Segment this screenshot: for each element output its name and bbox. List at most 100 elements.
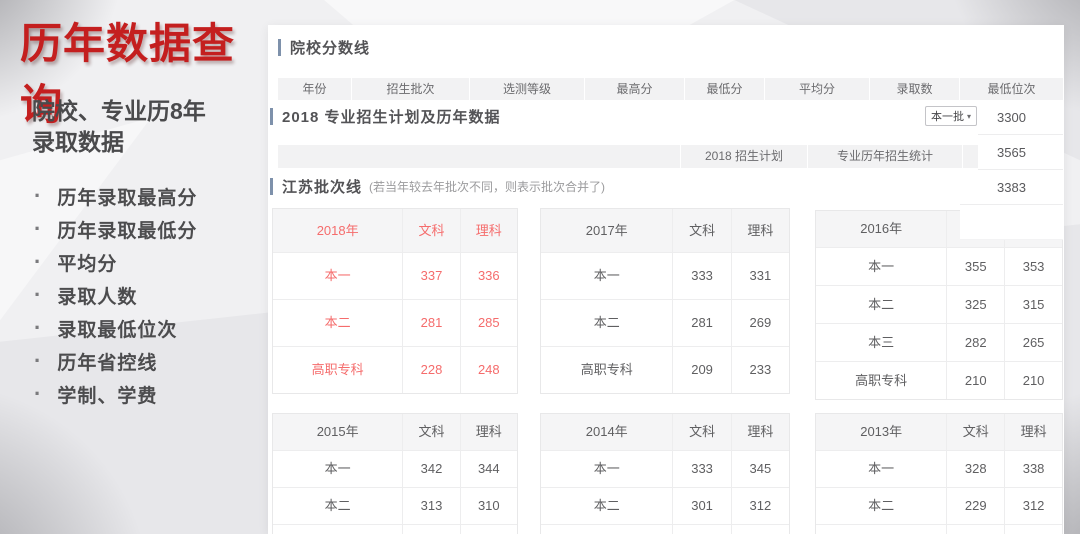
bullet-dot-icon: · (34, 249, 42, 274)
year-table-row: 本二 281 269 (541, 299, 789, 346)
section-accent-bar (278, 39, 281, 56)
wenke-score: 337 (402, 253, 459, 299)
section-accent-bar (270, 178, 273, 195)
year-table-2014年: 2014年 文科 理科本一 333 345 本二 301 312 (540, 413, 790, 534)
batch-label: 本二 (324, 498, 351, 513)
group-header-spacer (962, 145, 978, 168)
sidebar-bullet-item: · 历年录取最低分 (34, 218, 197, 242)
year-table-row: 本二 229 312 (816, 487, 1062, 524)
sidebar-bullet-item: · 录取最低位次 (34, 317, 197, 341)
like-score: 310 (459, 488, 517, 524)
year-table-row: 本二 281 285 (273, 299, 517, 346)
year-table-row: 本二 301 312 (541, 487, 789, 524)
batch-label: 高职专科 (855, 373, 908, 388)
like-score: 248 (459, 347, 517, 393)
like-score: 353 (1004, 248, 1062, 285)
subject-column-header: 文科 (672, 414, 730, 450)
subject-column-header: 理科 (730, 414, 789, 450)
batch-label: 本二 (593, 498, 620, 513)
plan-2018-card: 2018 专业招生计划及历年数据 本一批 ▾ 2018 招生计划 专业历年招生统… (268, 100, 978, 170)
year-label: 2018年 (316, 223, 359, 238)
like-score: 345 (730, 451, 789, 487)
like-score: 265 (1004, 324, 1062, 361)
like-score: 331 (730, 253, 789, 299)
bullet-dot-icon: · (34, 381, 42, 406)
batch-label: 本一 (324, 461, 351, 476)
year-table-row: 本一 342 344 (273, 450, 517, 487)
scoreline-column-header: 招生批次 (352, 78, 470, 100)
like-score: 285 (459, 300, 517, 346)
scoreline-column-header: 最高分 (585, 78, 685, 100)
year-table-row: 本一 333 331 (541, 252, 789, 299)
year-label: 2014年 (585, 424, 628, 439)
sidebar: 历年数据查询 院校、专业历8年 录取数据 · 历年录取最高分 · 历年录取最低分 · 平均… (0, 0, 268, 534)
year-table-row: 高职专科 209 233 (541, 346, 789, 393)
batch-label: 本一 (593, 268, 620, 283)
sidebar-bullet-list: · 历年录取最高分 · 历年录取最低分 · 平均分 · 录取人数 · 录取最低位次 · 历年省控线 · 学… (34, 183, 198, 417)
like-score: 338 (1004, 451, 1062, 487)
sidebar-subtitle-line2: 录取数据 (32, 129, 124, 155)
plan-section-header: 2018 专业招生计划及历年数据 (270, 106, 501, 127)
sidebar-subtitle-line1: 院校、专业历8年 (32, 98, 206, 124)
scoreline-column-header: 最低位次 (987, 82, 1036, 96)
year-table-row: 高职专科 228 248 (273, 346, 517, 393)
sidebar-bullet-item: · 平均分 (34, 249, 197, 275)
year-table-row: 本一 355 353 (816, 247, 1062, 285)
sidebar-bullet-item: · 历年省控线 (34, 350, 197, 374)
sidebar-bullet-label: 学制、学费 (57, 385, 158, 407)
wenke-score: 209 (672, 347, 730, 393)
like-score (730, 525, 789, 534)
year-table-row: 本二 313 310 (273, 487, 517, 524)
wenke-score: 328 (946, 451, 1004, 487)
wenke-score: 301 (672, 488, 730, 524)
batch-label (541, 525, 672, 534)
batch-label: 本二 (593, 315, 620, 330)
year-table-row: 高职专科 210 210 (816, 361, 1062, 399)
rank-cell: 3383 (960, 170, 1063, 205)
like-score (459, 525, 517, 534)
year-label: 2013年 (860, 424, 903, 439)
bullet-dot-icon: · (34, 183, 42, 208)
wenke-score: 325 (946, 286, 1004, 323)
chevron-down-icon: ▾ (966, 111, 971, 121)
year-label: 2017年 (585, 223, 628, 238)
wenke-score: 281 (672, 300, 730, 346)
batch-label: 本一 (868, 259, 895, 274)
year-table-2017年: 2017年 文科 理科 本一 333 331 本二 281 269 高职专科 209 233 (540, 208, 790, 394)
sidebar-bullet-label: 录取最低位次 (57, 319, 178, 341)
wenke-score: 333 (672, 253, 730, 299)
scoreline-title: 院校分数线 (290, 40, 371, 57)
batch-label: 高职专科 (580, 362, 633, 377)
subject-column-header: 文科 (402, 209, 459, 252)
year-table-header: 2013年 文科 理科 (816, 414, 1062, 450)
batchline-section-header: 江苏批次线 (若当年较去年批次不同，则表示批次合并了) (270, 176, 605, 197)
like-score: 312 (1004, 488, 1062, 524)
batch-label: 本二 (868, 297, 895, 312)
sidebar-bullet-label: 历年录取最高分 (57, 187, 198, 209)
year-table-row: 本一 328 338 (816, 450, 1062, 487)
scoreline-column-header: 录取数 (870, 78, 960, 100)
year-table-header: 2018年 文科 理科 (273, 209, 517, 252)
group-header-plan: 2018 招生计划 (680, 145, 807, 168)
batchline-card: 江苏批次线 (若当年较去年批次不同，则表示批次合并了) 2018年 文科 理科 本一 3… (268, 170, 1064, 534)
like-score: 312 (730, 488, 789, 524)
batch-label: 本一 (868, 461, 895, 476)
scoreline-section-header: 院校分数线 (278, 37, 370, 58)
wenke-score: 342 (402, 451, 459, 487)
sidebar-bullet-label: 历年录取最低分 (57, 220, 198, 242)
sidebar-bullet-label: 录取人数 (57, 286, 138, 308)
year-table-row: 本三 282 265 (816, 323, 1062, 361)
year-table-row: 本二 325 315 (816, 285, 1062, 323)
year-table-row (816, 524, 1062, 534)
wenke-score: 229 (946, 488, 1004, 524)
year-table-header: 2015年 文科 理科 (273, 414, 517, 450)
year-table-row: 本一 337 336 (273, 252, 517, 299)
group-header-spacer (278, 145, 680, 168)
subject-column-header: 理科 (459, 414, 517, 450)
batch-label: 本一 (593, 461, 620, 476)
year-table-row (273, 524, 517, 534)
wenke-score: 281 (402, 300, 459, 346)
batch-select[interactable]: 本一批 ▾ (925, 106, 977, 126)
year-table-header: 2017年 文科 理科 (541, 209, 789, 252)
wenke-score: 333 (672, 451, 730, 487)
